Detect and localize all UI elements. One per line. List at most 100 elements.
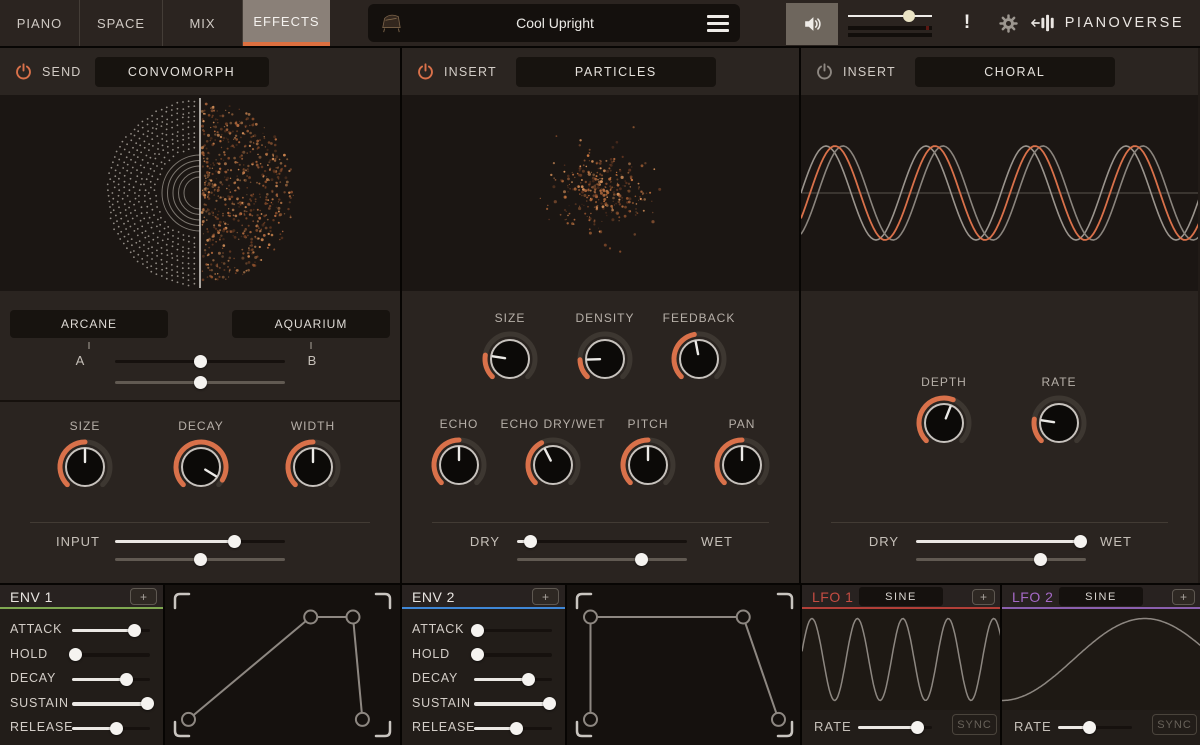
input-slider-2[interactable]	[115, 552, 285, 566]
drywet-slider-2[interactable]	[517, 552, 687, 566]
lfo2-sync-button[interactable]: SYNC	[1152, 714, 1197, 735]
add-modulation-button[interactable]: +	[130, 588, 157, 605]
density-knob-unit: DENSITY	[560, 311, 650, 388]
knob-label: ECHO DRY/WET	[500, 417, 606, 431]
attack-slider[interactable]	[470, 623, 552, 637]
ir-a-tick	[88, 342, 90, 349]
release-slider[interactable]	[474, 721, 552, 735]
morph-slider-1[interactable]	[115, 354, 285, 368]
attack-label: ATTACK	[10, 622, 63, 636]
main-tabs: PIANO SPACE MIX EFFECTS	[0, 0, 330, 46]
effect-name-button[interactable]: CONVOMORPH	[94, 56, 269, 87]
rate-knob[interactable]	[1030, 394, 1088, 452]
logo-text: PIANOVERSE	[1064, 15, 1184, 31]
lfo2-panel: LFO 2 SINE + RATE SYNC	[1000, 585, 1200, 745]
add-modulation-button[interactable]: +	[1172, 588, 1195, 605]
release-slider[interactable]	[72, 721, 150, 735]
depth-knob[interactable]	[915, 394, 973, 452]
ir-b-button[interactable]: AQUARIUM	[232, 310, 390, 338]
gear-icon[interactable]	[986, 13, 1030, 34]
lfo1-sync-button[interactable]: SYNC	[952, 714, 997, 735]
tab-piano[interactable]: PIANO	[0, 0, 80, 46]
add-modulation-button[interactable]: +	[532, 588, 559, 605]
knob-label: PITCH	[627, 417, 669, 431]
effect-name-button[interactable]: PARTICLES	[515, 56, 716, 87]
sustain-slider[interactable]	[474, 697, 557, 710]
ir-b-tick	[310, 342, 312, 349]
morph-slider-2[interactable]	[115, 375, 285, 389]
decay-slider[interactable]	[474, 672, 552, 686]
speaker-button[interactable]	[786, 3, 838, 45]
lfo2-rate-slider[interactable]	[1058, 720, 1132, 734]
size-knob[interactable]	[56, 438, 114, 496]
knob-label: FEEDBACK	[662, 311, 736, 325]
power-icon[interactable]	[14, 62, 33, 81]
convomorph-visualization	[0, 95, 400, 291]
size-knob[interactable]	[481, 330, 539, 388]
tab-space[interactable]: SPACE	[80, 0, 163, 46]
power-icon[interactable]	[815, 62, 834, 81]
divider	[30, 522, 370, 523]
knob-label: SIZE	[69, 419, 101, 433]
effect-name-button[interactable]: CHORAL	[914, 56, 1115, 87]
lfo2-title: LFO 2	[1012, 589, 1054, 605]
tab-effects[interactable]: EFFECTS	[243, 0, 330, 46]
sustain-label: SUSTAIN	[10, 695, 69, 710]
choral-header: INSERT CHORAL	[801, 48, 1198, 95]
lfo1-rate-slider[interactable]	[858, 720, 932, 734]
modulators-row: ENV 1 + ATTACK HOLD DECAY SUSTAIN RELEAS…	[0, 583, 1200, 745]
lfo2-waveform-selector[interactable]: SINE	[1059, 587, 1143, 606]
decay-knob[interactable]	[172, 438, 230, 496]
echo-knob[interactable]	[430, 436, 488, 494]
hold-slider[interactable]	[470, 648, 552, 661]
pan-knob[interactable]	[713, 436, 771, 494]
pianoverse-logo: PIANOVERSE	[1030, 13, 1200, 33]
sustain-slider[interactable]	[72, 697, 155, 710]
knob-label: SIZE	[494, 311, 526, 325]
fx-panel-particles: INSERT PARTICLES SIZE DENSITY FEEDBACK E…	[400, 48, 799, 583]
env1-title: ENV 1	[10, 589, 53, 605]
rate-knob-unit: RATE	[1014, 375, 1104, 452]
ir-a-button[interactable]: ARCANE	[10, 310, 168, 338]
grand-piano-icon	[368, 12, 414, 34]
divider	[831, 522, 1168, 523]
lfo1-waveform-selector[interactable]: SINE	[859, 587, 943, 606]
knob-label: WIDTH	[290, 419, 336, 433]
input-slider-1[interactable]	[115, 534, 285, 548]
drywet-slider-1[interactable]	[517, 534, 687, 548]
drywet-slider-1[interactable]	[916, 534, 1088, 548]
fx-panel-choral: INSERT CHORAL DEPTH RATE DRY WET	[799, 48, 1198, 583]
preset-name: Cool Upright	[516, 15, 594, 31]
echo-drywet-knob[interactable]	[524, 436, 582, 494]
lfo2-wave-display	[1002, 609, 1200, 710]
knob-label: ECHO	[439, 417, 479, 431]
env2-header: ENV 2 +	[402, 585, 565, 609]
power-icon[interactable]	[416, 62, 435, 81]
env1-display[interactable]	[163, 585, 400, 745]
input-label: INPUT	[56, 534, 100, 549]
alert-button[interactable]: !	[948, 12, 986, 34]
section-divider	[0, 400, 400, 402]
add-modulation-button[interactable]: +	[972, 588, 995, 605]
preset-selector[interactable]: Cool Upright	[368, 4, 740, 42]
env1-header: ENV 1 +	[0, 585, 163, 609]
decay-slider[interactable]	[72, 672, 150, 686]
topbar-right: ! PIANOVERSE	[786, 0, 1200, 46]
routing-label: INSERT	[444, 64, 497, 79]
hold-slider[interactable]	[68, 648, 150, 661]
density-knob[interactable]	[576, 330, 634, 388]
drywet-slider-2[interactable]	[916, 552, 1086, 566]
feedback-knob-unit: FEEDBACK	[654, 311, 744, 388]
tab-mix[interactable]: MIX	[163, 0, 243, 46]
env2-accent-underline	[402, 607, 565, 609]
attack-slider[interactable]	[72, 623, 150, 637]
volume-slider[interactable]	[848, 10, 932, 23]
env2-panel: ENV 2 + ATTACK HOLD DECAY SUSTAIN RELEAS…	[400, 585, 802, 745]
wet-label: WET	[701, 534, 733, 549]
hamburger-menu-icon[interactable]	[696, 14, 740, 32]
pitch-knob[interactable]	[619, 436, 677, 494]
feedback-knob[interactable]	[670, 330, 728, 388]
particles-header: INSERT PARTICLES	[402, 48, 799, 95]
width-knob[interactable]	[284, 438, 342, 496]
env2-display[interactable]	[565, 585, 802, 745]
